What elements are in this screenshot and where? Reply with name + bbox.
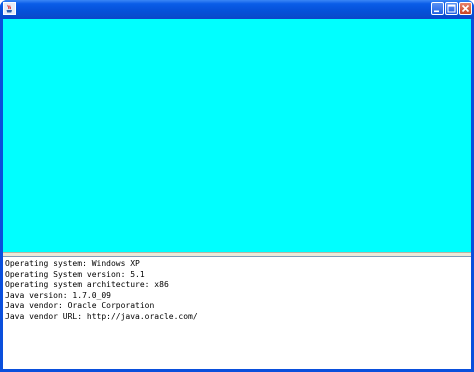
minimize-icon bbox=[434, 10, 439, 13]
system-info-text-area[interactable]: Operating system: Windows XP Operating S… bbox=[3, 256, 471, 369]
close-icon bbox=[461, 4, 470, 13]
drawing-canvas[interactable] bbox=[3, 19, 471, 252]
minimize-button[interactable] bbox=[431, 2, 444, 15]
close-button[interactable] bbox=[459, 2, 472, 15]
java-version-line: Java version: 1.7.0_09 bbox=[5, 290, 111, 300]
maximize-button[interactable] bbox=[445, 2, 458, 15]
os-name-line: Operating system: Windows XP bbox=[5, 259, 140, 268]
title-bar[interactable] bbox=[0, 0, 474, 19]
maximize-icon bbox=[447, 4, 456, 13]
app-window: Operating system: Windows XP Operating S… bbox=[0, 0, 474, 372]
os-version-line: Operating System version: 5.1 bbox=[5, 269, 145, 279]
java-vendor-line: Java vendor: Oracle Corporation bbox=[5, 301, 155, 311]
java-app-icon[interactable] bbox=[3, 2, 16, 15]
os-arch-line: Operating system architecture: x86 bbox=[5, 280, 169, 290]
java-vendor-url-line: Java vendor URL: http://java.oracle.com/ bbox=[5, 311, 198, 321]
